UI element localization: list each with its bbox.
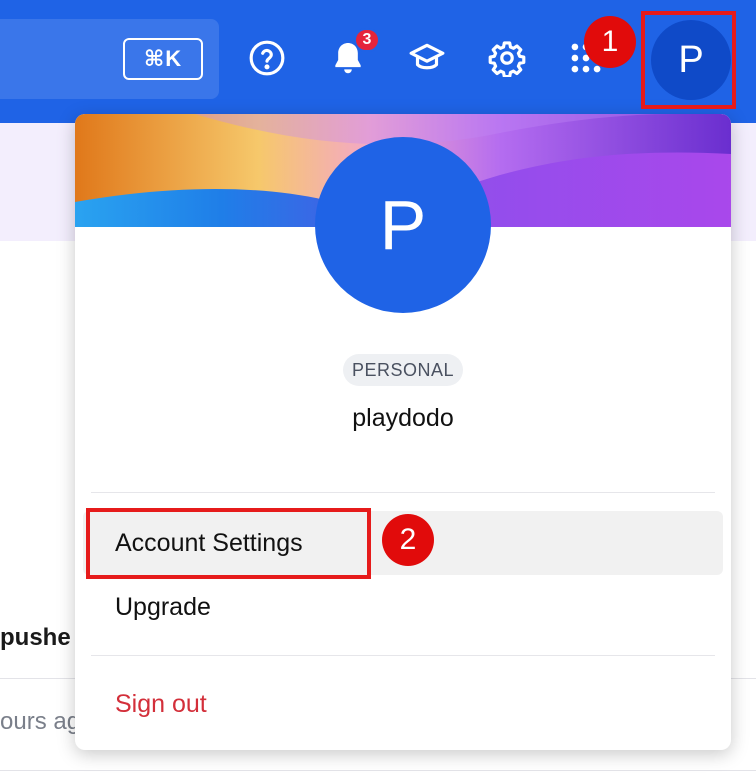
gear-icon[interactable]: [485, 36, 529, 80]
account-dropdown-menu: P PERSONAL playdodo Account Settings Upg…: [75, 114, 731, 750]
help-icon[interactable]: [245, 36, 289, 80]
annotation-highlight-account-settings: [86, 508, 371, 579]
upgrade-menu-item[interactable]: Upgrade: [83, 575, 723, 639]
annotation-highlight-avatar: [641, 11, 736, 109]
background-activity-title: pushe: [0, 624, 71, 651]
username: playdodo: [352, 404, 454, 432]
sign-out-menu-item[interactable]: Sign out: [83, 672, 723, 736]
step-number-badge: 1: [584, 16, 636, 68]
search-shortcut-hint: ⌘K: [123, 38, 203, 80]
menu-divider: [91, 492, 715, 493]
background-activity-time: ours ag: [0, 708, 81, 735]
notification-count-badge: 3: [354, 28, 380, 52]
step-number-badge: 2: [382, 514, 434, 566]
plan-badge: PERSONAL: [343, 354, 463, 386]
divider: [0, 770, 756, 771]
menu-divider: [91, 655, 715, 656]
profile-avatar: P: [315, 137, 491, 313]
graduation-cap-icon[interactable]: [405, 36, 449, 80]
